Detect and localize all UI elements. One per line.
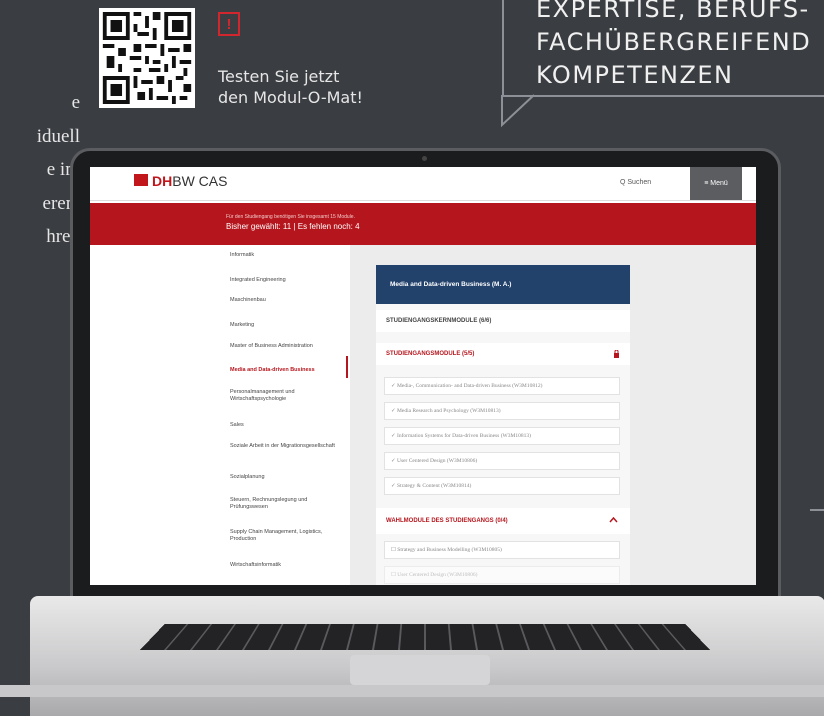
bubble-heading: EXPERTISE, BERUFS- FACHÜBERGREIFEND KOMP…	[536, 0, 811, 92]
sidebar-item[interactable]: Sales	[230, 422, 340, 429]
sidebar-item[interactable]: Marketing	[230, 322, 340, 329]
laptop-front-edge	[0, 685, 824, 697]
lock-icon	[614, 350, 619, 358]
module-item[interactable]: ✓ Media Research and Psychology (W3M1081…	[384, 402, 620, 420]
sidebar-item[interactable]: Maschinenbau	[230, 297, 340, 304]
qr-caption: Testen Sie jetzt den Modul-O-Mat!	[218, 66, 363, 108]
left-text-line: eren.	[42, 192, 80, 214]
site-logo[interactable]: DHBW CAS	[152, 173, 227, 189]
active-indicator	[346, 356, 348, 378]
sidebar-item[interactable]: Personalmanagement und Wirtschaftspsycho…	[230, 389, 340, 403]
logo-rest: BW CAS	[172, 173, 228, 189]
qr-code[interactable]	[99, 8, 195, 108]
left-paragraph: e iduell e im eren. hren n	[0, 86, 80, 287]
sidebar-item[interactable]: Informatik	[230, 252, 340, 259]
dhbw-logo-icon[interactable]	[134, 174, 148, 186]
bubble-line: FACHÜBERGREIFEND	[536, 28, 812, 56]
bubble-line: EXPERTISE, BERUFS-	[536, 0, 810, 23]
left-text-line: hren	[46, 226, 80, 247]
sidebar-item[interactable]: Master of Business Administration	[230, 343, 340, 350]
module-label: ✓ User Centered Design (W3M10806)	[391, 458, 478, 464]
section-label: WAHLMODULE DES STUDIENGANGS (0/4)	[386, 518, 508, 524]
module-label: ☐ User Centered Design (W3M10806)	[391, 572, 478, 578]
program-title: Media and Data-driven Business (M. A.)	[390, 281, 512, 288]
laptop-trackpad	[350, 655, 490, 685]
sidebar-item[interactable]: Steuern, Rechnungslegung und Prüfungswes…	[230, 497, 340, 511]
laptop-keyboard	[140, 624, 710, 650]
sidebar-item[interactable]: Supply Chain Management, Logistics, Prod…	[230, 529, 340, 543]
banner-status: Bisher gewählt: 11 | Es fehlen noch: 4	[226, 222, 360, 231]
chevron-up-icon	[609, 517, 618, 523]
decorative-line	[810, 509, 824, 511]
section-label: STUDIENGANGSMODULE (5/5)	[386, 351, 475, 357]
speech-bubble-tail	[501, 94, 535, 128]
bubble-line: KOMPETENZEN	[536, 61, 734, 89]
banner-info: Für den Studiengang benötigen Sie insges…	[226, 214, 355, 220]
module-item[interactable]: ✓ Media-, Communication- and Data-driven…	[384, 377, 620, 395]
laptop-screen: DHBW CAS Q Suchen ≡ Menü Für den Studien…	[90, 167, 756, 585]
section-label: STUDIENGANGSKERNMODULE (6/6)	[386, 318, 492, 324]
left-text-line: iduell	[36, 125, 80, 147]
sidebar-item[interactable]: Media and Data-driven Business	[230, 367, 340, 374]
pdf-icon[interactable]: !	[218, 12, 240, 36]
section-program-modules[interactable]: STUDIENGANGSMODULE (5/5)	[376, 343, 630, 365]
section-core-modules[interactable]: STUDIENGANGSKERNMODULE (6/6)	[376, 310, 630, 332]
selection-banner	[90, 203, 756, 245]
module-item[interactable]: ✓ Information Systems for Data-driven Bu…	[384, 427, 620, 445]
logo-dh: DH	[152, 173, 173, 189]
sidebar-item[interactable]: Sozialplanung	[230, 474, 340, 481]
sidebar-item[interactable]: Soziale Arbeit in der Migrationsgesellsc…	[230, 443, 340, 450]
left-text-line: n	[0, 254, 81, 288]
menu-button[interactable]: ≡ Menü	[690, 167, 742, 200]
module-label: ☐ Strategy and Business Modelling (W3M10…	[391, 547, 502, 553]
module-item[interactable]: ✓ Strategy & Content (W3M10814)	[384, 477, 620, 495]
module-label: ✓ Media Research and Psychology (W3M1081…	[391, 408, 501, 414]
module-label: ✓ Strategy & Content (W3M10814)	[391, 483, 472, 489]
elective-item[interactable]: ☐ Strategy and Business Modelling (W3M10…	[384, 541, 620, 559]
camera-icon	[422, 156, 427, 161]
module-item[interactable]: ✓ User Centered Design (W3M10806)	[384, 452, 620, 470]
search-button[interactable]: Q Suchen	[620, 179, 651, 186]
section-elective-modules[interactable]: WAHLMODULE DES STUDIENGANGS (0/4)	[376, 508, 630, 534]
qr-caption-line1: Testen Sie jetzt	[218, 67, 340, 86]
qr-caption-line2: den Modul-O-Mat!	[218, 88, 363, 107]
left-text-line: e	[71, 92, 80, 113]
module-label: ✓ Media-, Communication- and Data-driven…	[391, 383, 543, 389]
sidebar-item[interactable]: Wirtschaftsinformatik	[230, 562, 340, 569]
left-text-line: e im	[46, 159, 80, 180]
module-label: ✓ Information Systems for Data-driven Bu…	[391, 433, 531, 439]
elective-item[interactable]: ☐ User Centered Design (W3M10806)	[384, 566, 620, 584]
sidebar-item[interactable]: Integrated Engineering	[230, 277, 340, 284]
